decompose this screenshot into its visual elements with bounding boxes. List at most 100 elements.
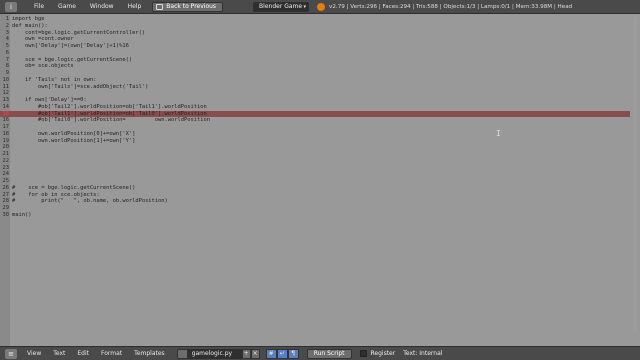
line-number: 19 — [2, 137, 10, 144]
code-text: main() — [12, 211, 32, 218]
code-line[interactable]: 22 — [0, 158, 630, 165]
code-line[interactable]: 17 — [0, 124, 630, 131]
line-number: 15 — [2, 110, 10, 117]
line-number: 1 — [5, 16, 9, 22]
blender-window: i File Game Window Help Back to Previous… — [0, 0, 640, 360]
code-text: #ob['Tail1'].worldPosition=ob['Tail0'].w… — [12, 110, 207, 117]
text-editor[interactable]: 1 import bge 2 def main(): 3 cont=bge.logic.… — [0, 14, 640, 346]
text-datablock-icon[interactable] — [176, 348, 188, 359]
line-number: 22 — [2, 157, 10, 164]
code-line[interactable]: 4 own =cont.owner — [0, 36, 630, 43]
code-area[interactable]: 1 import bge 2 def main(): 3 cont=bge.logic.… — [0, 14, 630, 346]
display-toggles: # ↵ ¶ — [265, 348, 299, 359]
menu-view[interactable]: View — [21, 350, 47, 357]
menu-window[interactable]: Window — [83, 0, 121, 14]
code-text: sce = bge.logic.getCurrentScene() — [12, 56, 133, 63]
code-line[interactable]: 24 — [0, 171, 630, 178]
code-text: #ob['Tail2'].worldPosition=ob['Tail1'].w… — [12, 103, 207, 110]
code-text: own.worldPosition[1]+=own['Y'] — [12, 137, 136, 144]
back-to-previous-button[interactable]: Back to Previous — [152, 1, 224, 12]
code-text: cont=bge.logic.getCurrentController() — [12, 29, 146, 36]
text-internal-status: Text: Internal — [403, 350, 442, 357]
line-number: 17 — [2, 124, 10, 130]
close-icon[interactable]: × — [250, 348, 260, 359]
code-line[interactable]: 12 — [0, 90, 630, 97]
screen-icon — [156, 3, 164, 10]
register-label: Register — [370, 350, 396, 357]
syntax-highlight-toggle-icon[interactable]: ¶ — [287, 348, 299, 359]
line-number: 14 — [2, 103, 10, 110]
register-checkbox[interactable]: Register — [359, 350, 396, 357]
line-number: 27 — [2, 191, 10, 198]
code-line[interactable]: 14 #ob['Tail2'].worldPosition=ob['Tail1'… — [0, 104, 630, 111]
mouse-cursor-icon: I — [496, 129, 501, 138]
engine-label: Blender Game — [259, 3, 303, 10]
line-number: 9 — [5, 70, 9, 76]
code-line[interactable]: 16 #ob['Tail0'].worldPosition= own.world… — [0, 117, 630, 124]
code-line[interactable]: 5 own['Delay']=(own['Delay']+1)%16 — [0, 43, 630, 50]
code-text: if own['Delay']==0: — [12, 97, 87, 103]
menu-text[interactable]: Text — [47, 350, 71, 357]
code-text: # sce = bge.logic.getCurrentScene() — [12, 184, 136, 191]
engine-selector[interactable]: Blender Game ▾ — [253, 1, 310, 12]
line-number: 3 — [5, 29, 9, 36]
code-line[interactable]: 18 own.worldPosition[0]+=own['X'] — [0, 131, 630, 138]
line-number: 23 — [2, 164, 10, 171]
code-line[interactable]: 7 sce = bge.logic.getCurrentScene() — [0, 57, 630, 64]
code-line[interactable]: 26 # sce = bge.logic.getCurrentScene() — [0, 185, 630, 192]
code-line[interactable]: 20 — [0, 144, 630, 151]
code-text: # for ob in sce.objects: — [12, 191, 100, 198]
code-line[interactable]: 28 # print(" ", ob.name, ob.worldPosition… — [0, 198, 630, 205]
text-datablock-selector: gamelogic.py + × — [176, 348, 260, 359]
code-line[interactable]: 3 cont=bge.logic.getCurrentController() — [0, 30, 630, 37]
code-line[interactable]: 11 own['Tails']=sce.addObject('Tail') — [0, 84, 630, 91]
menu-edit[interactable]: Edit — [71, 350, 95, 357]
menu-help[interactable]: Help — [121, 0, 149, 14]
code-line[interactable]: 21 — [0, 151, 630, 158]
line-number: 7 — [5, 56, 9, 63]
run-script-button[interactable]: Run Script — [306, 348, 352, 359]
code-line[interactable]: 30 main() — [0, 212, 630, 219]
code-line[interactable]: 19 own.worldPosition[1]+=own['Y'] — [0, 138, 630, 145]
line-number: 12 — [2, 90, 10, 97]
menu-file[interactable]: File — [27, 0, 51, 14]
menu-templates[interactable]: Templates — [128, 350, 171, 357]
line-number: 2 — [5, 22, 9, 29]
code-line[interactable]: 8 ob= sce.objects — [0, 63, 630, 70]
text-editor-header: ≡ View Text Edit Format Templates gamelo… — [0, 346, 640, 360]
new-text-icon[interactable]: + — [241, 348, 251, 359]
code-line[interactable]: 25 — [0, 178, 630, 185]
vertical-scrollbar[interactable] — [633, 16, 637, 332]
line-number: 28 — [2, 198, 10, 205]
text-editor-type-icon[interactable]: ≡ — [5, 348, 17, 359]
info-editor-icon[interactable]: i — [5, 1, 17, 12]
line-number: 10 — [2, 76, 10, 83]
code-line[interactable]: 6 — [0, 50, 630, 57]
code-line[interactable]: 13 if own['Delay']==0: — [0, 97, 630, 104]
word-wrap-toggle-icon[interactable]: ↵ — [276, 348, 288, 359]
register-checkbox-box[interactable] — [359, 350, 367, 357]
line-number: 24 — [2, 171, 10, 178]
code-line[interactable]: 9 — [0, 70, 630, 77]
code-line[interactable]: 10 if 'Tails' not in own: — [0, 77, 630, 84]
code-text: if 'Tails' not in own: — [12, 76, 97, 83]
code-line[interactable]: 29 — [0, 205, 630, 212]
code-line[interactable]: 1 import bge — [0, 16, 630, 23]
code-text: own.worldPosition[0]+=own['X'] — [12, 130, 136, 137]
line-number: 21 — [2, 151, 10, 157]
line-number: 20 — [2, 144, 10, 151]
chevron-down-icon: ▾ — [303, 3, 307, 10]
line-numbers-toggle-icon[interactable]: # — [265, 348, 277, 359]
menu-game[interactable]: Game — [51, 0, 83, 14]
code-line[interactable]: 2 def main(): — [0, 23, 630, 30]
code-line[interactable]: 15 #ob['Tail1'].worldPosition=ob['Tail0'… — [0, 110, 630, 118]
filename-field[interactable]: gamelogic.py — [187, 348, 242, 359]
code-line[interactable]: 23 — [0, 165, 630, 172]
code-line[interactable]: 27 # for ob in sce.objects: — [0, 192, 630, 199]
scrollbar-thumb[interactable] — [633, 16, 637, 332]
code-text: #ob['Tail0'].worldPosition= own.worldPos… — [12, 117, 210, 124]
line-number: 4 — [5, 36, 9, 43]
line-number: 8 — [5, 63, 9, 70]
menu-format[interactable]: Format — [95, 350, 128, 357]
line-number: 26 — [2, 184, 10, 191]
